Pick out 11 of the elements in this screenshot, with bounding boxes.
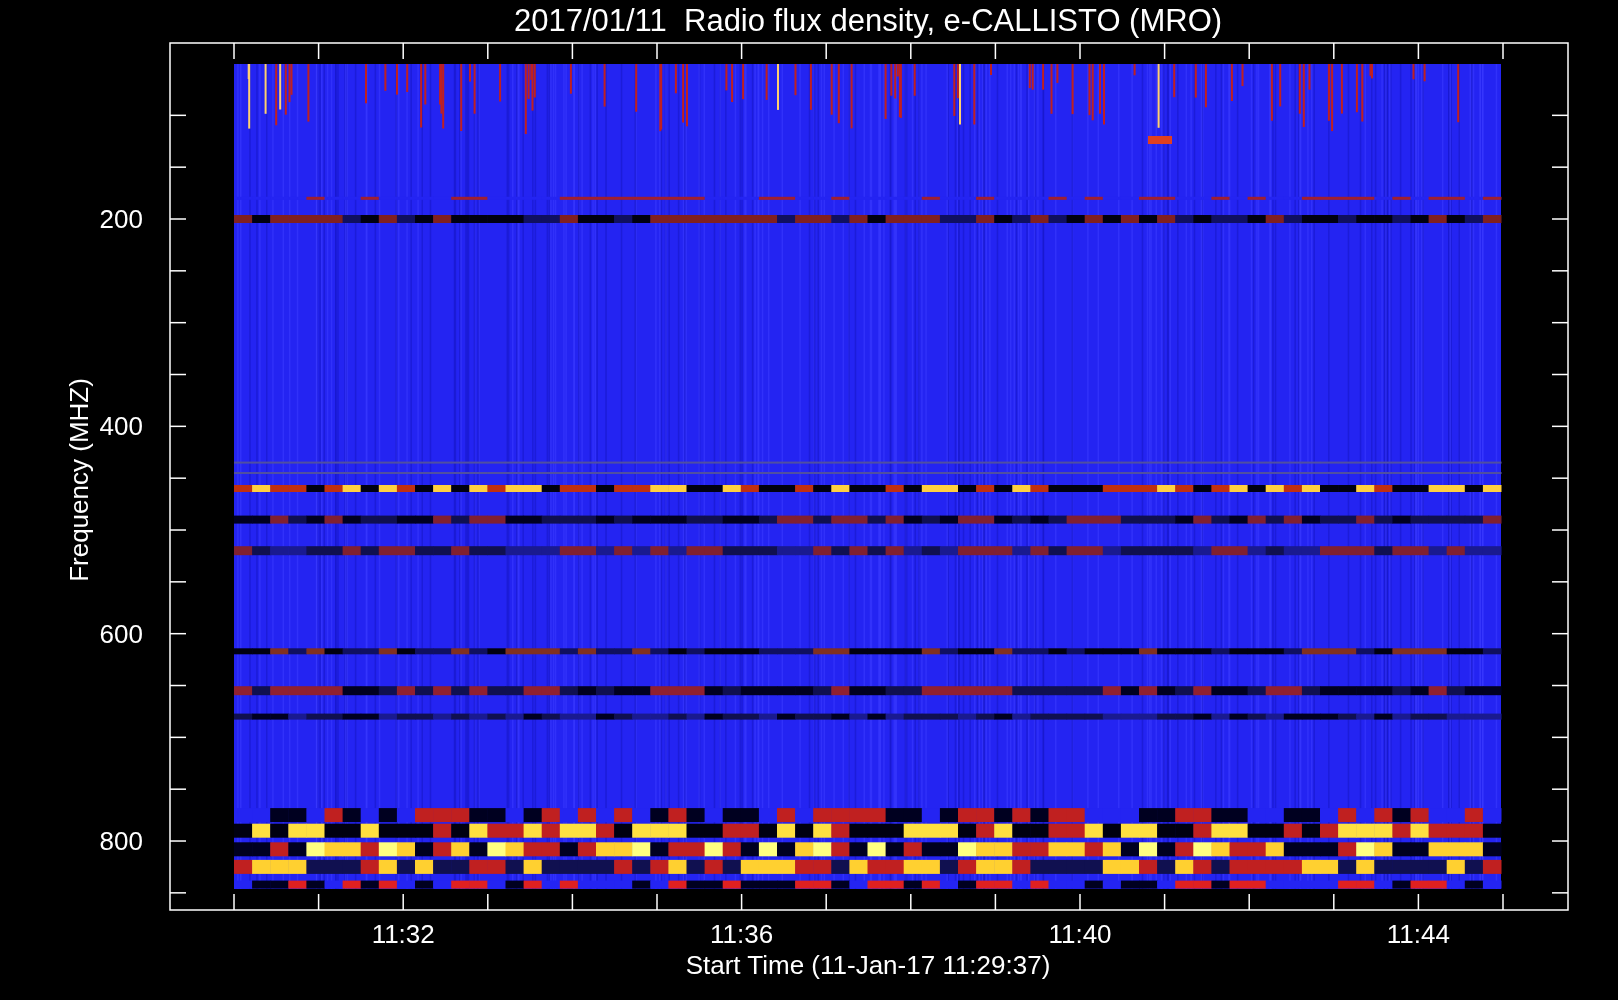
axis-label: Frequency (MHZ)	[64, 378, 94, 582]
tick-label: 600	[99, 618, 143, 649]
axis-label: Start Time (11-Jan-17 11:29:37)	[685, 950, 1051, 980]
chart-title: 2017/01/11 Radio flux density, e-CALLISTO (MRO)	[513, 3, 1223, 38]
tick-label: 400	[99, 411, 143, 442]
tick-label: 11:44	[1386, 919, 1450, 949]
tick-label: 11:36	[710, 919, 774, 949]
tick-label: 200	[99, 204, 143, 234]
tick-label: 11:40	[1048, 919, 1112, 949]
tick-label: 11:32	[371, 919, 435, 949]
tick-label: 800	[99, 826, 143, 856]
